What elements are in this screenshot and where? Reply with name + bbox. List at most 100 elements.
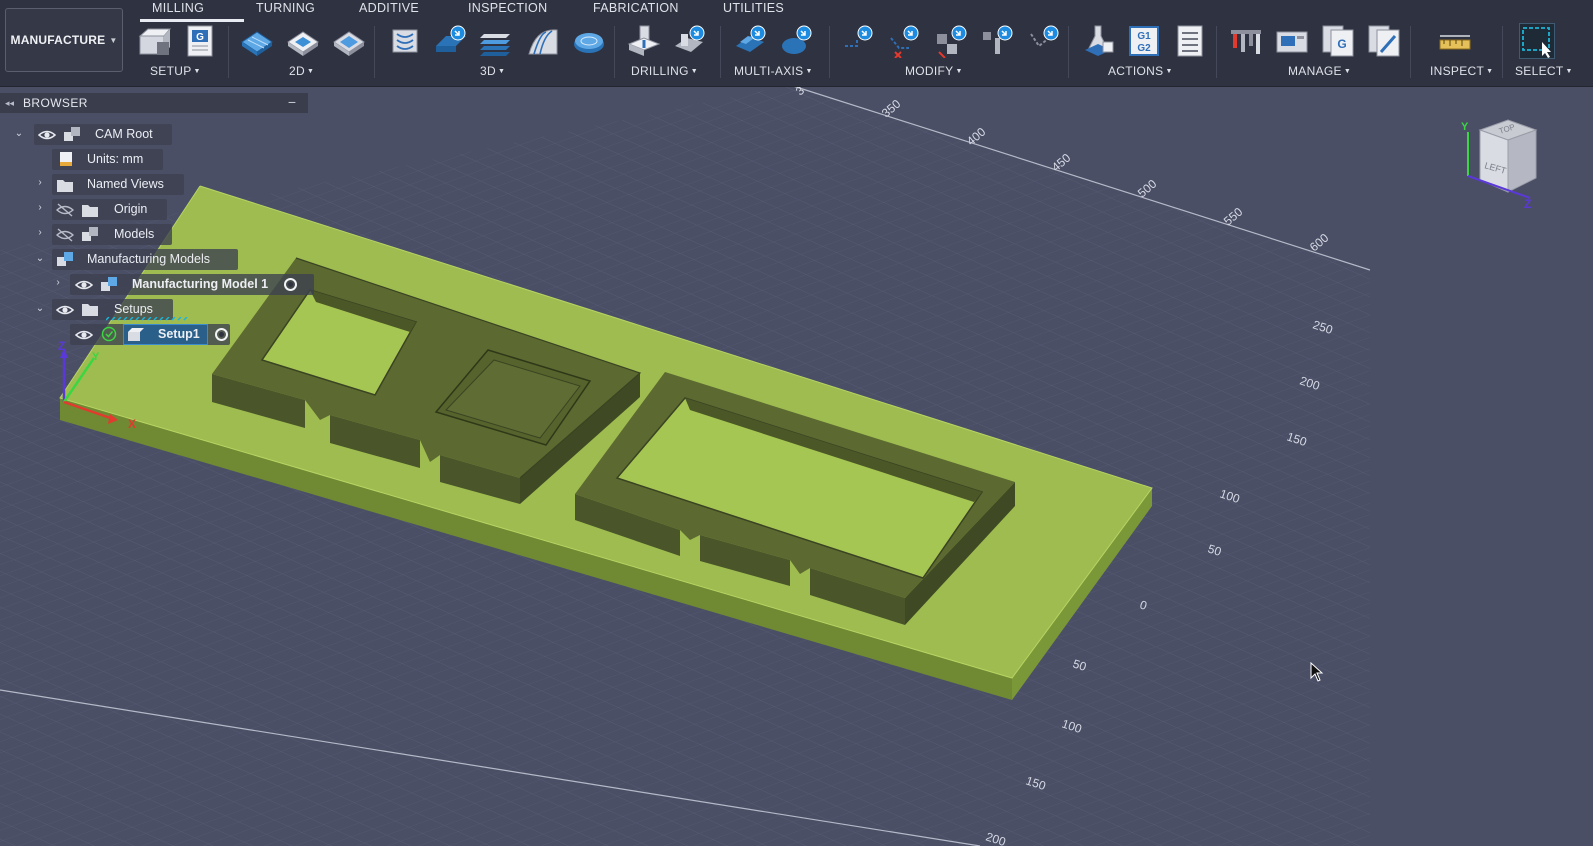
- new-setup-icon[interactable]: [137, 24, 171, 58]
- activate-radio-icon[interactable]: [215, 328, 228, 341]
- chevron-right-icon[interactable]: ›: [52, 277, 64, 288]
- scallop-3d-icon[interactable]: [572, 24, 606, 58]
- collapse-panel-icon[interactable]: ◂◂: [5, 98, 23, 109]
- tree-item-manufacturing-models[interactable]: ⌄ Manufacturing Models: [36, 249, 238, 270]
- cam-root-icon: [64, 127, 80, 141]
- tree-item-setups[interactable]: ⌄ Setups: [36, 299, 188, 321]
- manufacturing-models-icon: [57, 252, 73, 266]
- eye-icon[interactable]: [38, 127, 56, 143]
- manual-nc-icon[interactable]: [981, 24, 1015, 58]
- chevron-down-icon: ▼: [1343, 68, 1352, 75]
- tree-item-label: Named Views: [87, 177, 164, 191]
- group-multi-axis[interactable]: MULTI-AXIS ▼: [734, 64, 813, 78]
- chevron-right-icon[interactable]: ›: [34, 177, 46, 188]
- tree-item-label: Manufacturing Models: [87, 252, 210, 266]
- multi-axis-contour-icon[interactable]: [780, 24, 814, 58]
- setup-sheet-icon[interactable]: [1173, 24, 1207, 58]
- post-library-icon[interactable]: [1367, 24, 1401, 58]
- toolbar-divider: [228, 26, 229, 78]
- machine-library-icon[interactable]: [1275, 24, 1309, 58]
- tree-item-label: Units: mm: [87, 152, 144, 166]
- tree-item-cam-root[interactable]: ⌄ CAM Root: [15, 124, 172, 145]
- tree-item-label: Origin: [114, 202, 148, 216]
- chevron-down-icon[interactable]: ⌄: [34, 303, 46, 314]
- tree-item-named-views[interactable]: › Named Views: [38, 174, 184, 195]
- stock-simulation-icon[interactable]: [1027, 24, 1061, 58]
- trim-toolpath-icon[interactable]: [889, 24, 923, 58]
- setup-progress-stripes: [106, 317, 188, 321]
- browser-header[interactable]: ◂◂ BROWSER −: [0, 93, 308, 113]
- tree-item-label: Manufacturing Model 1: [132, 277, 269, 291]
- group-2d[interactable]: 2D ▼: [289, 64, 314, 78]
- group-3d-label: 3D: [480, 64, 496, 78]
- group-manage[interactable]: MANAGE ▼: [1288, 64, 1351, 78]
- tab-additive[interactable]: ADDITIVE: [359, 0, 419, 22]
- workspace-switcher[interactable]: MANUFACTURE ▼: [5, 8, 123, 72]
- eye-icon[interactable]: [75, 327, 93, 343]
- chevron-down-icon: ▼: [193, 68, 201, 75]
- minimize-icon[interactable]: −: [288, 94, 296, 110]
- window-select-icon[interactable]: [1519, 23, 1555, 59]
- group-setup[interactable]: SETUP ▼: [150, 64, 201, 78]
- tab-milling[interactable]: MILLING: [139, 0, 245, 22]
- group-actions[interactable]: ACTIONS ▼: [1108, 64, 1173, 78]
- group-inspect[interactable]: INSPECT ▼: [1430, 64, 1493, 78]
- chevron-down-icon[interactable]: ⌄: [13, 128, 25, 139]
- group-3d[interactable]: 3D ▼: [480, 64, 505, 78]
- tree-item-models[interactable]: › Models: [38, 224, 172, 245]
- eye-icon[interactable]: [56, 302, 74, 318]
- drill-icon[interactable]: [627, 24, 661, 58]
- chevron-down-icon[interactable]: ⌄: [34, 253, 46, 264]
- tree-item-units[interactable]: Units: mm: [52, 149, 163, 170]
- group-setup-label: SETUP: [150, 64, 192, 78]
- pattern-icon[interactable]: [935, 24, 969, 58]
- viewcube[interactable]: TOP LEFT Y Z: [1460, 112, 1560, 217]
- adaptive-3d-icon[interactable]: [388, 24, 422, 58]
- chevron-right-icon[interactable]: ›: [34, 202, 46, 213]
- pocket-3d-icon[interactable]: [434, 24, 468, 58]
- chevron-down-icon: ▼: [1565, 68, 1573, 75]
- group-drilling[interactable]: DRILLING ▼: [631, 64, 698, 78]
- chevron-down-icon: ▼: [306, 68, 315, 75]
- mouse-cursor: [1310, 661, 1324, 687]
- contour-3d-icon[interactable]: [480, 24, 514, 58]
- tree-item-manufacturing-model-1[interactable]: › Manufacturing Model 1: [56, 274, 314, 295]
- graphics-viewport[interactable]: 3 350 400 450 500 550 600 250 200 150 10…: [0, 0, 1593, 846]
- tab-fabrication[interactable]: FABRICATION: [593, 0, 679, 22]
- folder-icon: [82, 205, 98, 217]
- tab-inspection[interactable]: INSPECTION: [468, 0, 547, 22]
- activate-radio-icon[interactable]: [284, 278, 297, 291]
- nc-program-glyph: G: [196, 32, 204, 43]
- eye-hidden-icon[interactable]: [56, 202, 74, 218]
- models-icon: [82, 227, 98, 241]
- group-inspect-label: INSPECT: [1430, 64, 1485, 78]
- chevron-right-icon[interactable]: ›: [34, 227, 46, 238]
- parallel-3d-icon[interactable]: [526, 24, 560, 58]
- chevron-down-icon: ▼: [109, 35, 118, 45]
- tree-item-setup1[interactable]: Setup1: [70, 324, 230, 345]
- tab-utilities[interactable]: UTILITIES: [723, 0, 784, 22]
- nc-program-icon[interactable]: G: [183, 24, 217, 58]
- tool-library-icon[interactable]: [1229, 24, 1263, 58]
- face-2d-icon[interactable]: [240, 24, 274, 58]
- edit-toolpath-icon[interactable]: [843, 24, 877, 58]
- tree-item-origin[interactable]: › Origin: [38, 199, 167, 220]
- measure-icon[interactable]: [1438, 24, 1472, 58]
- hole-recognition-icon[interactable]: [673, 24, 707, 58]
- pocket-2d-icon[interactable]: [332, 24, 366, 58]
- simulate-icon[interactable]: [1081, 24, 1115, 58]
- template-library-icon[interactable]: G: [1321, 24, 1355, 58]
- tree-item-label: Setups: [114, 302, 153, 316]
- group-select-label: SELECT: [1515, 64, 1564, 78]
- chevron-down-icon: ▼: [955, 68, 963, 75]
- eye-icon[interactable]: [75, 277, 93, 293]
- tab-turning[interactable]: TURNING: [256, 0, 315, 22]
- adaptive-2d-icon[interactable]: [286, 24, 320, 58]
- check-circle-icon: [101, 326, 117, 342]
- swarf-icon[interactable]: [734, 24, 768, 58]
- group-modify[interactable]: MODIFY ▼: [905, 64, 963, 78]
- eye-hidden-icon[interactable]: [56, 227, 74, 243]
- post-process-icon[interactable]: G1 G2: [1127, 24, 1161, 58]
- group-select[interactable]: SELECT ▼: [1515, 64, 1573, 78]
- toolbar-divider: [1502, 26, 1503, 78]
